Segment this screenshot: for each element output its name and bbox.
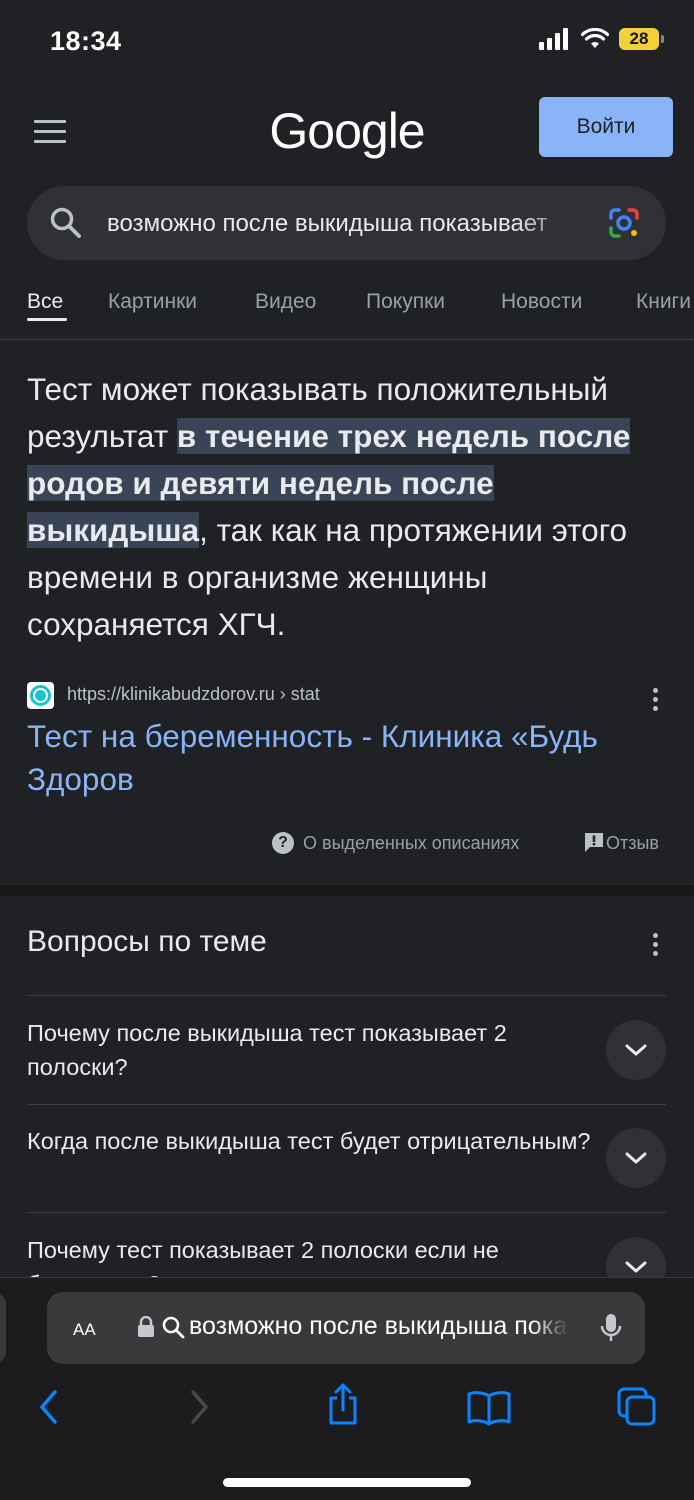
- search-tabs: Все Картинки Видео Покупки Новости Книги: [0, 276, 694, 340]
- tab-all[interactable]: Все: [27, 290, 63, 314]
- reader-settings-button[interactable]: AA: [73, 1314, 96, 1341]
- search-icon: [162, 1316, 185, 1339]
- battery-level: 28: [619, 28, 659, 50]
- question-item[interactable]: Почему после выкидыша тест показывает 2 …: [27, 1016, 597, 1084]
- wifi-icon: [581, 28, 609, 48]
- feedback-link[interactable]: Отзыв: [606, 833, 659, 854]
- previous-tab-preview[interactable]: [0, 1292, 6, 1364]
- divider: [27, 995, 666, 996]
- status-time: 18:34: [50, 26, 122, 56]
- signin-button[interactable]: Войти: [539, 97, 673, 157]
- tab-books[interactable]: Книги: [636, 290, 691, 314]
- address-text[interactable]: возможно после выкидыша показывает: [189, 1312, 569, 1341]
- back-chevron-icon[interactable]: [36, 1388, 62, 1426]
- home-indicator[interactable]: [223, 1478, 471, 1487]
- about-snippets-link[interactable]: О выделенных описаниях: [303, 833, 519, 854]
- lock-icon: [138, 1316, 154, 1337]
- google-lens-icon[interactable]: [607, 206, 641, 240]
- featured-snippet-text: Тест может показывать положительный резу…: [27, 366, 672, 648]
- aa-label: AA: [73, 1320, 96, 1339]
- more-options-icon[interactable]: [653, 688, 659, 715]
- question-item[interactable]: Когда после выкидыша тест будет отрицате…: [27, 1124, 597, 1158]
- status-icons: 28: [539, 28, 664, 50]
- microphone-icon[interactable]: [599, 1312, 623, 1344]
- snippet-highlight: выкидыша: [27, 512, 200, 548]
- forward-chevron-icon[interactable]: [186, 1388, 212, 1426]
- status-bar: 18:34 28: [0, 0, 694, 86]
- snippet-highlight: родов и девяти недель после: [27, 465, 494, 501]
- expand-chevron-icon[interactable]: [606, 1128, 666, 1188]
- section-divider: [0, 884, 694, 896]
- search-icon[interactable]: [49, 206, 83, 240]
- bookmarks-icon[interactable]: [466, 1390, 512, 1426]
- divider: [27, 1104, 666, 1105]
- search-input[interactable]: возможно после выкидыша показывает: [107, 210, 587, 238]
- result-source[interactable]: https://klinikabudzdorov.ru › stat: [27, 680, 672, 711]
- share-icon[interactable]: [326, 1382, 360, 1426]
- battery-indicator: 28: [619, 28, 664, 50]
- google-header: Google Войти: [0, 86, 694, 180]
- help-icon[interactable]: ?: [272, 832, 294, 854]
- battery-tip: [661, 35, 664, 43]
- site-favicon: [27, 682, 54, 709]
- signal-bars-icon: [539, 28, 568, 50]
- divider: [27, 1212, 666, 1213]
- safari-toolbar: AA возможно после выкидыша показывает: [0, 1277, 694, 1500]
- snippet-highlight: в течение трех недель после: [176, 418, 631, 454]
- tabs-icon[interactable]: [616, 1386, 658, 1428]
- result-url[interactable]: https://klinikabudzdorov.ru › stat: [67, 684, 320, 705]
- tab-shopping[interactable]: Покупки: [366, 290, 445, 314]
- result-title-link[interactable]: Тест на беременность - Клиника «Будь Здо…: [27, 715, 667, 801]
- tab-news[interactable]: Новости: [501, 290, 582, 314]
- active-tab-indicator: [27, 318, 67, 321]
- more-options-icon[interactable]: [653, 933, 659, 960]
- search-bar[interactable]: возможно после выкидыша показывает: [27, 186, 666, 260]
- related-questions-title: Вопросы по теме: [27, 925, 267, 958]
- snippet-footer: ? О выделенных описаниях Отзыв: [0, 828, 694, 860]
- expand-chevron-icon[interactable]: [606, 1020, 666, 1080]
- address-bar[interactable]: AA возможно после выкидыша показывает: [47, 1292, 645, 1364]
- feedback-icon[interactable]: [584, 832, 604, 854]
- tab-images[interactable]: Картинки: [108, 290, 197, 314]
- tab-videos[interactable]: Видео: [255, 290, 316, 314]
